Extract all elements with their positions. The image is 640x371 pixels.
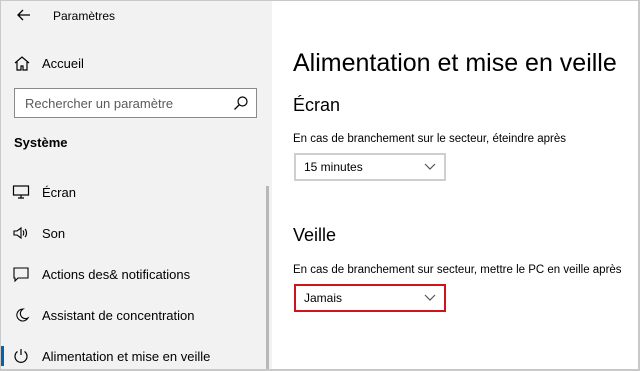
- window-frame: [0, 0, 640, 371]
